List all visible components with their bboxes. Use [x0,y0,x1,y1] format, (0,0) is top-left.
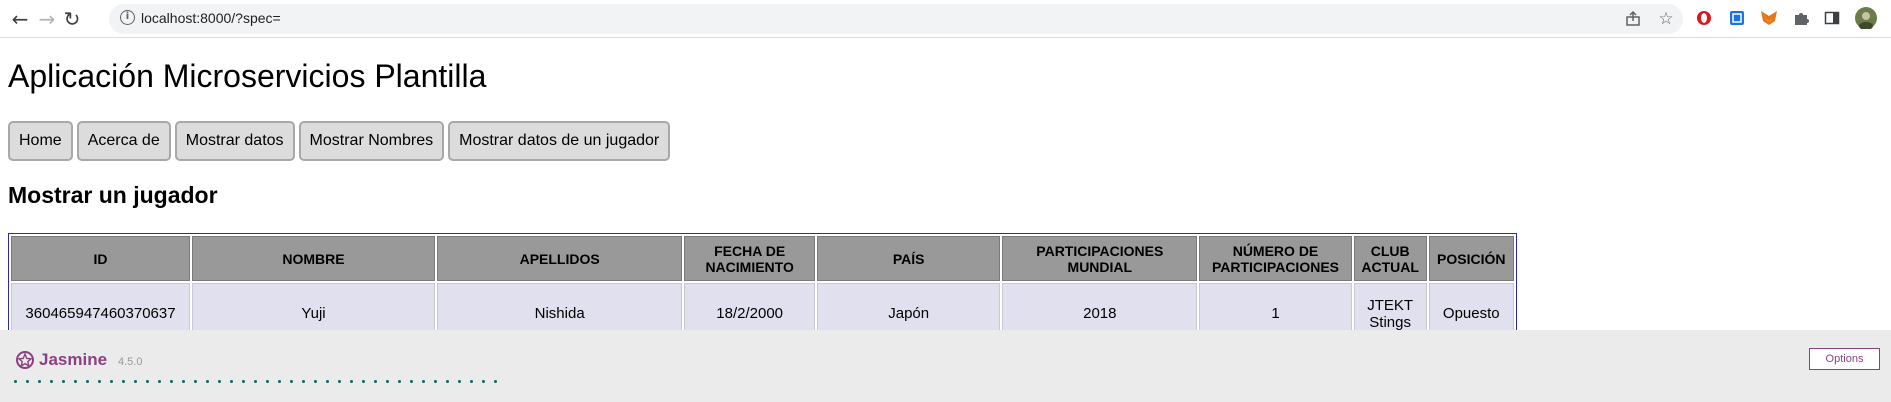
menu-home-button[interactable]: Home [8,121,73,161]
spec-passed-dot[interactable] [74,380,77,383]
spec-passed-dot[interactable] [14,380,17,383]
forward-icon[interactable]: → [35,7,59,31]
jasmine-logo: Jasmine [15,350,107,370]
spec-passed-dot[interactable] [362,380,365,383]
spec-passed-dot[interactable] [386,380,389,383]
header-nombre: NOMBRE [192,236,436,281]
header-fecha-nacimiento: FECHA DE NACIMIENTO [684,236,815,281]
site-info-icon[interactable]: i [120,10,135,25]
spec-passed-dot[interactable] [254,380,257,383]
main-menu: Home Acerca de Mostrar datos Mostrar Nom… [8,121,671,161]
jasmine-logo-text: Jasmine [39,350,108,369]
menu-show-data-button[interactable]: Mostrar datos [174,121,295,161]
jasmine-reporter-bar: Jasmine 4.5.0 Options [0,330,1891,402]
spec-passed-dot[interactable] [230,380,233,383]
jasmine-version: 4.5.0 [118,356,143,368]
spec-passed-dot[interactable] [338,380,341,383]
options-button[interactable]: Options [1809,348,1880,370]
spec-passed-dot[interactable] [470,380,473,383]
spec-passed-dot[interactable] [86,380,89,383]
metamask-extension-icon[interactable] [1760,9,1778,27]
spec-passed-dot[interactable] [62,380,65,383]
spec-passed-dot[interactable] [374,380,377,383]
spec-passed-dot[interactable] [206,380,209,383]
spec-results-dots [14,380,497,383]
jasmine-flower-icon [16,351,34,369]
spec-passed-dot[interactable] [122,380,125,383]
address-bar[interactable]: i localhost:8000/?spec= ☆ [109,4,1683,34]
header-club-actual: CLUB ACTUAL [1353,236,1427,281]
extensions-puzzle-icon[interactable] [1792,9,1810,27]
header-posicion: POSICIÓN [1428,236,1514,281]
spec-passed-dot[interactable] [242,380,245,383]
spec-passed-dot[interactable] [326,380,329,383]
spec-passed-dot[interactable] [302,380,305,383]
spec-passed-dot[interactable] [314,380,317,383]
spec-passed-dot[interactable] [458,380,461,383]
header-id: ID [11,236,191,281]
browser-toolbar: ← → ↻ i localhost:8000/?spec= ☆ [0,0,1891,38]
spec-passed-dot[interactable] [26,380,29,383]
spec-passed-dot[interactable] [278,380,281,383]
page-title: Aplicación Microservicios Plantilla [8,58,487,94]
spec-passed-dot[interactable] [350,380,353,383]
table-header-row: ID NOMBRE APELLIDOS FECHA DE NACIMIENTO … [11,236,1514,281]
side-panel-icon[interactable] [1823,9,1841,27]
bookmark-star-icon[interactable]: ☆ [1655,8,1677,30]
spec-passed-dot[interactable] [158,380,161,383]
section-title: Mostrar un jugador [8,182,218,208]
share-icon[interactable] [1622,8,1644,30]
spec-passed-dot[interactable] [290,380,293,383]
spec-passed-dot[interactable] [146,380,149,383]
header-apellidos: APELLIDOS [437,236,683,281]
header-participaciones-mundial: PARTICIPACIONES MUNDIAL [1002,236,1198,281]
spec-passed-dot[interactable] [482,380,485,383]
menu-show-player-button[interactable]: Mostrar datos de un jugador [448,121,671,161]
spec-passed-dot[interactable] [446,380,449,383]
screenshot-extension-icon[interactable] [1728,9,1746,27]
opera-extension-icon[interactable] [1695,9,1713,27]
spec-passed-dot[interactable] [422,380,425,383]
menu-about-button[interactable]: Acerca de [76,121,171,161]
spec-passed-dot[interactable] [134,380,137,383]
spec-passed-dot[interactable] [170,380,173,383]
reload-icon[interactable]: ↻ [60,7,84,31]
spec-passed-dot[interactable] [266,380,269,383]
profile-avatar[interactable] [1855,7,1877,29]
spec-passed-dot[interactable] [194,380,197,383]
url-text[interactable]: localhost:8000/?spec= [141,10,281,26]
header-pais: PAÍS [816,236,1001,281]
spec-passed-dot[interactable] [182,380,185,383]
spec-passed-dot[interactable] [410,380,413,383]
header-numero-participaciones: NÚMERO DE PARTICIPACIONES [1199,236,1352,281]
spec-passed-dot[interactable] [434,380,437,383]
spec-passed-dot[interactable] [398,380,401,383]
spec-passed-dot[interactable] [218,380,221,383]
back-icon[interactable]: ← [8,7,32,31]
spec-passed-dot[interactable] [98,380,101,383]
spec-passed-dot[interactable] [50,380,53,383]
spec-passed-dot[interactable] [110,380,113,383]
spec-passed-dot[interactable] [38,380,41,383]
menu-show-names-button[interactable]: Mostrar Nombres [298,121,445,161]
spec-passed-dot[interactable] [494,380,497,383]
